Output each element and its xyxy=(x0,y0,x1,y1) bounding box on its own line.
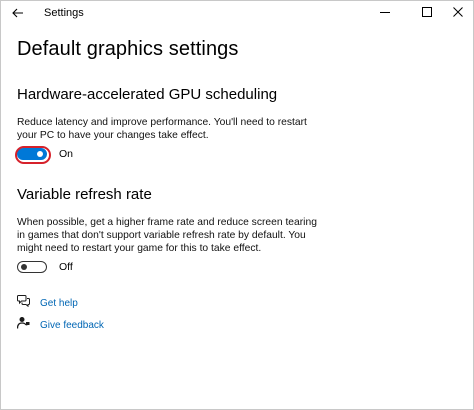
focus-highlight xyxy=(15,146,51,164)
title-bar: Settings xyxy=(1,1,473,27)
variable-refresh-toggle-row: Off xyxy=(17,261,73,273)
variable-refresh-heading: Variable refresh rate xyxy=(17,186,152,203)
variable-refresh-description: When possible, get a higher frame rate a… xyxy=(17,217,317,254)
toggle-knob xyxy=(21,263,27,270)
close-button[interactable] xyxy=(441,1,474,25)
back-button[interactable] xyxy=(5,2,31,26)
get-help-label: Get help xyxy=(40,297,78,309)
close-icon xyxy=(453,4,463,22)
gpu-scheduling-toggle[interactable] xyxy=(15,146,51,164)
maximize-button[interactable] xyxy=(410,1,444,25)
back-arrow-icon xyxy=(12,5,24,23)
minimize-icon xyxy=(380,4,390,22)
gpu-scheduling-heading: Hardware-accelerated GPU scheduling xyxy=(17,86,278,103)
minimize-button[interactable] xyxy=(368,1,402,25)
page-title: Default graphics settings xyxy=(17,38,239,60)
person-feedback-icon xyxy=(16,316,30,334)
get-help-link[interactable]: Get help xyxy=(17,294,78,312)
window-title: Settings xyxy=(44,7,84,19)
give-feedback-link[interactable]: Give feedback xyxy=(16,316,104,334)
maximize-icon xyxy=(422,4,432,22)
variable-refresh-toggle[interactable] xyxy=(17,261,47,273)
variable-refresh-toggle-label: Off xyxy=(59,261,73,273)
toggle-knob xyxy=(37,151,43,157)
gpu-scheduling-toggle-label: On xyxy=(59,148,74,160)
give-feedback-label: Give feedback xyxy=(40,319,104,331)
gpu-scheduling-toggle-row: On xyxy=(15,146,74,164)
settings-window: Settings Default graphics settings Hardw… xyxy=(0,0,474,410)
gpu-scheduling-description: Reduce latency and improve performance. … xyxy=(17,117,307,141)
chat-bubble-help-icon xyxy=(17,294,30,312)
